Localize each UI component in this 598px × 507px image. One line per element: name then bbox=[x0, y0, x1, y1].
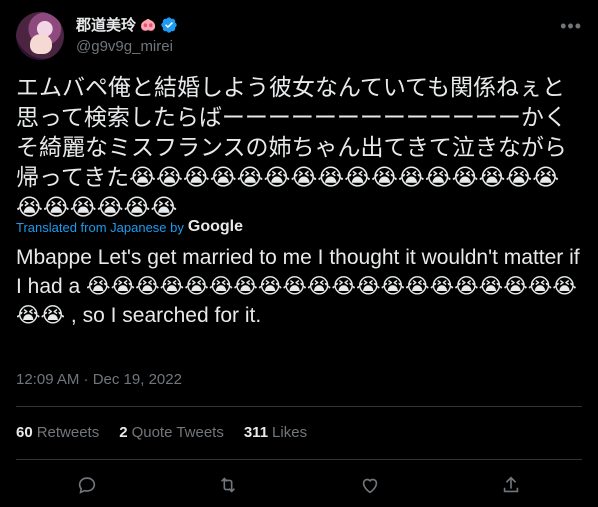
author-handle[interactable]: @g9v9g_mirei bbox=[76, 38, 173, 55]
retweets-count: 60 bbox=[16, 424, 33, 441]
quote-tweets-count: 2 bbox=[119, 424, 128, 441]
reply-icon[interactable] bbox=[76, 474, 98, 496]
translation-attribution[interactable]: Translated from Japanese by Google bbox=[16, 218, 243, 236]
tweet-text-translated: Mbappe Let's get married to me I thought… bbox=[16, 246, 580, 327]
tweet-actions bbox=[16, 470, 582, 500]
likes-count: 311 bbox=[243, 424, 269, 441]
likes-label: Likes bbox=[272, 424, 308, 441]
google-logo: Google bbox=[187, 218, 243, 235]
display-name[interactable]: 郡道美玲 bbox=[76, 14, 136, 35]
divider bbox=[16, 459, 582, 460]
retweet-icon[interactable] bbox=[217, 474, 239, 496]
verified-badge-icon bbox=[161, 16, 177, 33]
quote-tweets-stat[interactable]: 2 Quote Tweets bbox=[119, 424, 224, 441]
translated-label[interactable]: Translated from Japanese by bbox=[16, 220, 184, 235]
author-name-row[interactable]: 郡道美玲 🐽 bbox=[76, 14, 178, 35]
divider bbox=[16, 406, 582, 407]
tweet-timestamp[interactable]: 12:09 AM · Dec 19, 2022 bbox=[16, 371, 182, 388]
more-options-icon[interactable]: ••• bbox=[560, 16, 582, 37]
tweet-header: 郡道美玲 🐽 @g9v9g_mirei ••• bbox=[16, 12, 582, 60]
like-icon[interactable] bbox=[359, 474, 381, 496]
quote-tweets-label: Quote Tweets bbox=[131, 424, 224, 441]
avatar[interactable] bbox=[16, 12, 64, 60]
engagement-stats: 60 Retweets 2 Quote Tweets 311 Likes bbox=[16, 424, 307, 441]
tweet-text-original: エムバペ俺と結婚しよう彼女なんていても関係ねぇと思って検索したらばーーーーーーー… bbox=[16, 74, 567, 220]
retweets-stat[interactable]: 60 Retweets bbox=[16, 424, 99, 441]
pig-nose-emoji-icon: 🐽 bbox=[140, 16, 157, 32]
retweets-label: Retweets bbox=[36, 424, 100, 441]
share-icon[interactable] bbox=[500, 474, 522, 496]
likes-stat[interactable]: 311 Likes bbox=[244, 424, 307, 441]
